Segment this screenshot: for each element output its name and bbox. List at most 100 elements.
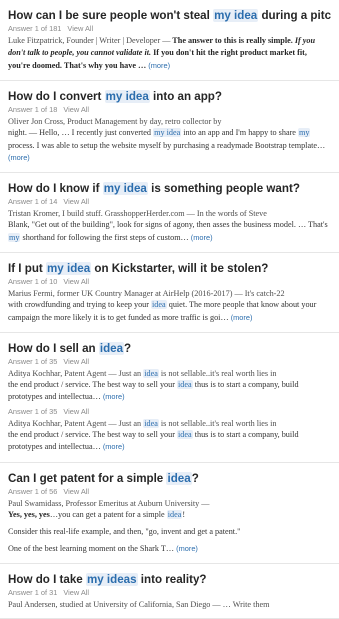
snippet-bold: The answer to this is really simple. <box>170 36 295 45</box>
search-highlight: idea <box>143 369 159 379</box>
question-title-link[interactable]: How do I sell an idea? <box>8 341 331 356</box>
answer-meta: Answer 1 of 35 View All <box>8 357 331 367</box>
author-credential[interactable]: Aditya Kochhar, Patent Agent — Just an i… <box>8 368 331 379</box>
more-link[interactable]: (more) <box>103 442 125 451</box>
search-highlight: my idea <box>213 9 259 22</box>
answer-count: Answer 1 of 56 <box>8 486 58 496</box>
snippet-text: shorthand for following the first steps … <box>20 232 189 242</box>
answer-count: Answer 1 of 14 <box>8 197 58 207</box>
snippet-text: process. I was able to setup the website… <box>8 140 326 150</box>
snippet-text: the end product / service. The best way … <box>8 429 178 439</box>
search-highlight: my idea <box>153 128 182 138</box>
title-text: into reality? <box>137 573 207 587</box>
title-text: ? <box>191 471 199 485</box>
search-highlight: my idea <box>104 90 150 104</box>
view-all-link[interactable]: View All <box>63 197 89 206</box>
more-link[interactable]: (more) <box>231 313 253 322</box>
author-text: Aditya Kochhar, Patent Agent — Just an <box>8 369 144 379</box>
question-title-link[interactable]: How do I know if my idea is something pe… <box>8 181 331 196</box>
search-highlight: my <box>298 128 311 138</box>
snippet-paragraph: One of the best learning moment on the S… <box>8 543 331 555</box>
title-text: into an app? <box>149 90 222 104</box>
title-text: How do I sell an <box>8 342 99 356</box>
more-link[interactable]: (more) <box>103 392 125 401</box>
author-credential[interactable]: Tristan Kromer, I build stuff. Grasshopp… <box>8 208 331 219</box>
answer-meta: Answer 1 of 31 View All <box>8 588 331 598</box>
answer-count: Answer 1 of 35 <box>8 406 58 416</box>
answer-snippet: the end product / service. The best way … <box>8 379 331 404</box>
snippet-text: with crowdfunding and trying to keep you… <box>8 300 152 310</box>
title-text: during a pitch? <box>261 9 331 22</box>
snippet-text: into an app and I'm happy to share <box>181 128 298 138</box>
more-link[interactable]: (more) <box>148 61 170 70</box>
author-credential[interactable]: Marius Fermi, former UK Country Manager … <box>8 288 331 299</box>
title-text: ? <box>124 342 132 356</box>
answer-meta: Answer 1 of 14 View All <box>8 197 331 207</box>
answer-count: Answer 1 of 10 <box>8 277 58 287</box>
author-credential[interactable]: Oliver Jon Cross, Product Management by … <box>8 116 331 127</box>
question-title-link[interactable]: How can I be sure people won't steal my … <box>8 8 331 23</box>
answer-meta: Answer 1 of 56 View All <box>8 487 331 497</box>
author-text: Aditya Kochhar, Patent Agent — Just an <box>8 418 144 428</box>
snippet-text: the end product / service. The best way … <box>8 380 178 390</box>
author-credential[interactable]: Paul Swamidass, Professor Emeritus at Au… <box>8 498 331 509</box>
title-text: How do I convert <box>8 90 105 104</box>
view-all-link[interactable]: View All <box>63 588 89 597</box>
more-link[interactable]: (more) <box>8 153 30 162</box>
answer-count: Answer 1 of 31 <box>8 588 58 598</box>
title-text: is something people want? <box>147 182 300 196</box>
title-text: on Kickstarter, will it be stolen? <box>91 262 269 276</box>
snippet-text: Blank, "Get out of the building", look f… <box>8 220 328 230</box>
answer-meta: Answer 1 of 35 View All <box>8 407 331 417</box>
more-link[interactable]: (more) <box>176 544 198 553</box>
search-highlight: idea <box>166 509 183 519</box>
view-all-link[interactable]: View All <box>63 277 89 286</box>
answer-snippet: Yes, yes, yes…you can get a patent for a… <box>8 509 331 521</box>
search-highlight: my ideas <box>85 573 138 587</box>
question-card: How do I take my ideas into reality? Ans… <box>0 564 339 619</box>
view-all-link[interactable]: View All <box>63 487 89 496</box>
search-highlight: idea <box>143 418 159 428</box>
question-card: How do I know if my idea is something pe… <box>0 173 339 254</box>
author-text: is not sellable..it's real worth lies in <box>158 369 277 379</box>
answer-snippet: night. — Hello, … I recently just conver… <box>8 127 331 164</box>
search-highlight: idea <box>166 471 192 485</box>
snippet-bold: Yes, yes, yes <box>8 509 50 519</box>
question-title-link[interactable]: Can I get patent for a simple idea? <box>8 471 331 486</box>
question-title-link[interactable]: If I put my idea on Kickstarter, will it… <box>8 261 331 276</box>
title-text: Can I get patent for a simple <box>8 471 167 485</box>
author-credential[interactable]: Aditya Kochhar, Patent Agent — Just an i… <box>8 418 331 429</box>
answer-count: Answer 1 of 35 <box>8 357 58 367</box>
view-all-link[interactable]: View All <box>63 407 89 416</box>
search-highlight: idea <box>151 300 167 310</box>
search-highlight: idea <box>98 342 125 356</box>
question-card: How do I sell an idea? Answer 1 of 35 Vie… <box>0 333 339 463</box>
answer-snippet: Luke Fitzpatrick, Founder | Writer | Dev… <box>8 35 331 72</box>
view-all-link[interactable]: View All <box>63 105 89 114</box>
more-link[interactable]: (more) <box>191 233 213 242</box>
answer-count: Answer 1 of 181 <box>8 24 62 33</box>
question-card: If I put my idea on Kickstarter, will it… <box>0 253 339 334</box>
answer-snippet: the end product / service. The best way … <box>8 429 331 454</box>
author-credential[interactable]: Luke Fitzpatrick, Founder | Writer | Dev… <box>8 36 170 45</box>
view-all-link[interactable]: View All <box>67 24 93 33</box>
snippet-paragraph: Consider this real-life example, and the… <box>8 527 241 537</box>
search-highlight: my idea <box>46 262 92 276</box>
title-text: How do I take <box>8 573 86 587</box>
question-title-link[interactable]: How do I take my ideas into reality? <box>8 572 331 587</box>
answer-meta: Answer 1 of 10 View All <box>8 277 331 287</box>
answer-snippet: with crowdfunding and trying to keep you… <box>8 299 331 324</box>
snippet-text: night. — Hello, … I recently just conver… <box>8 128 154 138</box>
question-card: Can I get patent for a simple idea? Answ… <box>0 463 339 565</box>
question-card: How do I convert my idea into an app? An… <box>0 81 339 174</box>
search-results-feed: How can I be sure people won't steal my … <box>0 0 339 619</box>
question-title-link[interactable]: How do I convert my idea into an app? <box>8 89 331 104</box>
view-all-link[interactable]: View All <box>63 357 89 366</box>
answer-meta: Answer 1 of 18 View All <box>8 105 331 115</box>
search-highlight: idea <box>177 380 193 390</box>
author-credential[interactable]: Paul Andersen, studied at University of … <box>8 599 331 610</box>
snippet-text: …you can get a patent for a simple <box>49 509 167 519</box>
answer-meta: Answer 1 of 181 View All <box>8 24 331 34</box>
answer-snippet: Blank, "Get out of the building", look f… <box>8 219 331 244</box>
snippet-text: ! <box>182 509 186 519</box>
